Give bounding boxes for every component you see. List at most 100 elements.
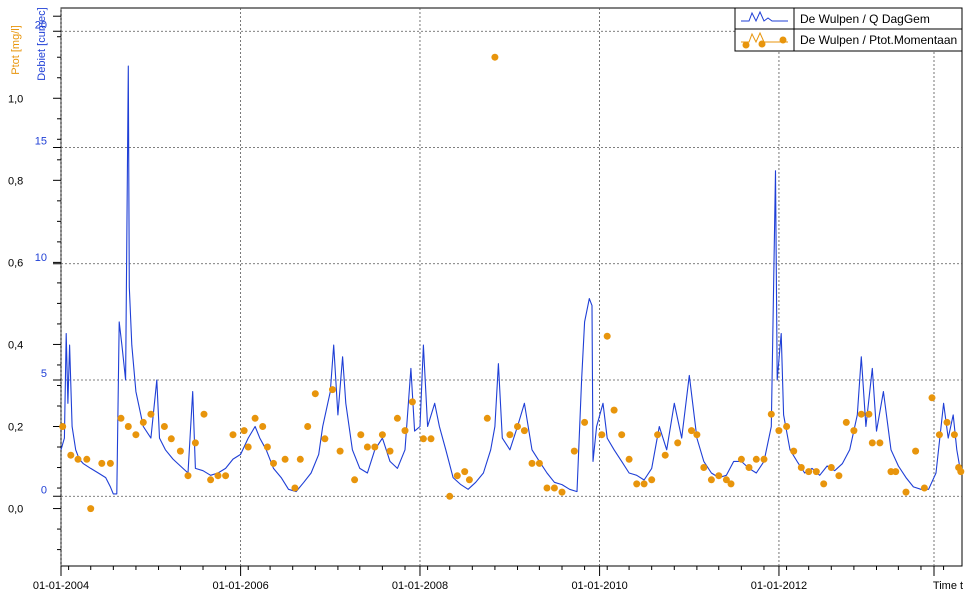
p-data-point	[640, 480, 648, 488]
p-data-point	[296, 455, 304, 463]
p-data-point	[535, 459, 543, 467]
p-tick-label: 0,2	[8, 422, 23, 434]
p-data-point	[304, 423, 312, 430]
p-data-point	[184, 472, 192, 480]
p-data-point	[87, 505, 95, 513]
p-data-point	[281, 455, 289, 463]
p-data-point	[820, 480, 828, 488]
p-data-point	[240, 427, 248, 435]
p-data-point	[528, 459, 536, 467]
p-data-point	[633, 480, 641, 488]
q-tick-label: 0	[41, 484, 47, 496]
p-data-point	[229, 431, 237, 439]
p-data-point	[124, 423, 132, 430]
p-data-point	[827, 464, 835, 471]
p-data-point	[329, 386, 336, 394]
p-data-point	[943, 418, 951, 426]
p-data-point	[453, 472, 461, 480]
q-tick-label: 5	[41, 368, 47, 380]
p-data-point	[139, 418, 147, 426]
p-data-point	[868, 439, 876, 447]
debiet-axis-label: Debiet [cumec]	[36, 7, 48, 80]
p-data-point	[715, 472, 723, 480]
x-axis-end-label: Time t	[933, 580, 963, 592]
p-data-point	[419, 435, 427, 443]
p-data-point	[160, 423, 168, 430]
p-data-point	[311, 390, 319, 398]
q-tick-label: 15	[35, 136, 47, 148]
p-data-point	[745, 464, 753, 471]
p-data-point	[291, 484, 299, 492]
p-data-point	[797, 464, 805, 471]
p-data-point	[654, 431, 662, 439]
p-data-point	[920, 484, 928, 492]
p-data-point	[176, 447, 184, 455]
p-data-point	[321, 435, 329, 443]
p-data-point	[842, 418, 850, 426]
p-data-point	[386, 447, 394, 455]
plot-frame	[60, 7, 963, 567]
p-data-point	[408, 398, 416, 406]
p-data-point	[902, 488, 910, 496]
p-data-point	[251, 414, 259, 422]
p-data-point	[363, 443, 371, 451]
p-data-point	[147, 410, 155, 418]
p-data-point	[74, 455, 82, 463]
p-data-point	[393, 414, 401, 422]
p-data-point	[558, 488, 566, 496]
p-data-point	[117, 414, 125, 422]
p-data-point	[727, 480, 735, 488]
p-data-point	[912, 447, 920, 455]
p-data-point	[550, 484, 558, 492]
legend-p-swatch-dot	[779, 36, 787, 44]
p-data-point	[767, 410, 775, 418]
p-data-point	[543, 484, 551, 492]
p-data-point	[520, 427, 528, 435]
p-data-point	[336, 447, 344, 455]
p-tick-label: 1,0	[8, 93, 23, 105]
p-data-point	[244, 443, 252, 451]
p-data-point	[263, 443, 271, 451]
p-data-point	[461, 468, 469, 476]
p-data-point	[674, 439, 682, 447]
p-data-point	[850, 427, 858, 435]
p-data-point	[222, 472, 230, 480]
p-tick-label: 0,6	[8, 257, 23, 269]
p-tick-label: 0,4	[8, 339, 23, 351]
p-data-point	[207, 476, 215, 484]
p-data-point	[483, 414, 491, 422]
p-data-point	[401, 427, 409, 435]
p-data-point	[357, 431, 365, 439]
p-data-point	[790, 447, 798, 455]
p-data-point	[83, 455, 91, 463]
p-data-point	[693, 431, 701, 439]
p-data-point	[957, 468, 965, 476]
x-tick-label: 01-01-2008	[392, 580, 448, 592]
p-data-point	[783, 423, 791, 430]
p-data-point	[506, 431, 514, 439]
legend-p-swatch-dot	[758, 40, 766, 48]
p-data-point	[200, 410, 208, 418]
p-data-point	[865, 410, 873, 418]
p-data-point	[59, 423, 67, 430]
p-data-point	[167, 435, 175, 443]
p-data-point	[610, 406, 618, 414]
p-data-point	[812, 468, 820, 476]
p-data-point	[491, 53, 499, 61]
p-data-point	[191, 439, 199, 447]
p-data-point	[876, 439, 884, 447]
p-tick-label: 0,0	[8, 504, 23, 516]
p-data-point	[805, 468, 813, 476]
p-data-point	[752, 455, 760, 463]
p-data-point	[98, 459, 106, 467]
p-data-point	[648, 476, 656, 484]
p-data-point	[835, 472, 843, 480]
p-data-point	[625, 455, 633, 463]
legend-entry-q: De Wulpen / Q DagGem	[800, 12, 930, 26]
p-data-point	[514, 423, 521, 430]
p-data-point	[950, 431, 958, 439]
q-tick-label: 10	[35, 252, 47, 264]
p-data-point	[598, 431, 606, 439]
p-data-point	[618, 431, 626, 439]
p-data-point	[570, 447, 578, 455]
